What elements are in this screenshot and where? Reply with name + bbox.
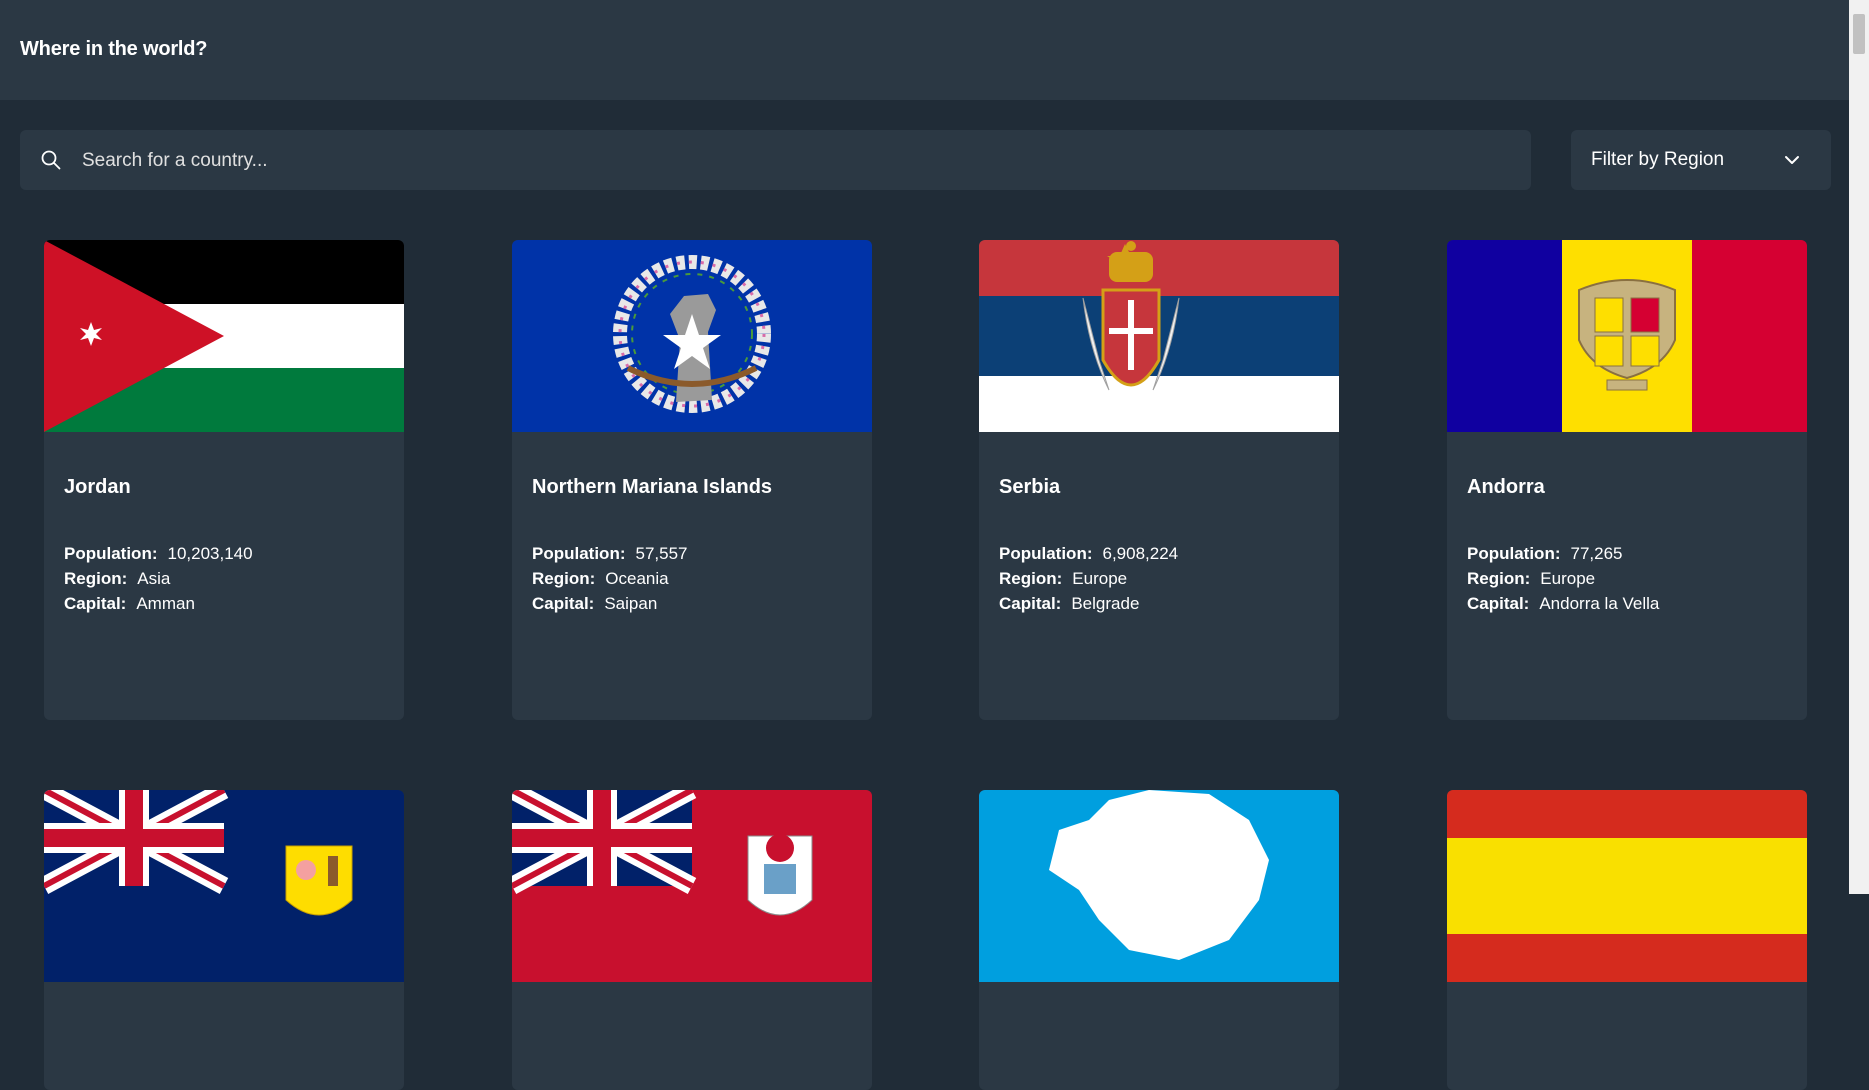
population-row: Population: 77,265 bbox=[1467, 544, 1622, 564]
population-label: Population: bbox=[64, 544, 158, 563]
region-row: Region: Europe bbox=[1467, 569, 1595, 589]
region-row: Region: Europe bbox=[999, 569, 1127, 589]
population-row: Population: 57,557 bbox=[532, 544, 687, 564]
population-value: 6,908,224 bbox=[1102, 544, 1179, 563]
country-card-antarctica[interactable] bbox=[979, 790, 1339, 1090]
andorra-flag-image bbox=[1447, 240, 1807, 432]
population-label: Population: bbox=[999, 544, 1093, 563]
population-row: Population: 10,203,140 bbox=[64, 544, 253, 564]
region-label: Region: bbox=[999, 569, 1063, 588]
filter-by-region-dropdown[interactable]: Filter by Region bbox=[1571, 130, 1831, 190]
search-bar[interactable] bbox=[20, 130, 1531, 192]
region-label: Region: bbox=[64, 569, 128, 588]
country-card-serbia[interactable]: Serbia Population: 6,908,224 Region: Europ… bbox=[979, 240, 1339, 720]
capital-value: Andorra la Vella bbox=[1539, 594, 1660, 613]
capital-row: Capital: Belgrade bbox=[999, 594, 1139, 614]
antarctica-flag-image bbox=[979, 790, 1339, 982]
region-label: Region: bbox=[1467, 569, 1531, 588]
app-title: Where in the world? bbox=[20, 38, 208, 60]
country-card-andorra[interactable]: Andorra Population: 77,265 Region: Europe … bbox=[1447, 240, 1807, 720]
capital-label: Capital: bbox=[64, 594, 127, 613]
country-card-turks-and-caicos[interactable] bbox=[44, 790, 404, 1090]
search-input[interactable] bbox=[80, 130, 1504, 192]
country-name: Northern Mariana Islands bbox=[532, 476, 773, 498]
capital-label: Capital: bbox=[532, 594, 595, 613]
scrollbar-thumb[interactable] bbox=[1853, 14, 1865, 54]
country-name: Andorra bbox=[1467, 476, 1545, 498]
region-row: Region: Oceania bbox=[532, 569, 669, 589]
region-label: Region: bbox=[532, 569, 596, 588]
population-value: 57,557 bbox=[635, 544, 688, 563]
region-row: Region: Asia bbox=[64, 569, 170, 589]
country-card-spain[interactable] bbox=[1447, 790, 1807, 1090]
jordan-flag-image bbox=[44, 240, 404, 432]
northern-mariana-islands-flag-image bbox=[512, 240, 872, 432]
capital-row: Capital: Amman bbox=[64, 594, 195, 614]
site-header: Where in the world? bbox=[0, 0, 1849, 100]
region-value: Europe bbox=[1072, 569, 1128, 588]
country-name: Serbia bbox=[999, 476, 1061, 498]
search-icon bbox=[41, 150, 61, 170]
country-name: Jordan bbox=[64, 476, 131, 498]
filter-label: Filter by Region bbox=[1591, 149, 1725, 170]
chevron-down-icon bbox=[1785, 156, 1799, 164]
region-value: Oceania bbox=[605, 569, 669, 588]
page-scrollbar[interactable] bbox=[1849, 0, 1869, 894]
population-value: 77,265 bbox=[1570, 544, 1623, 563]
country-card-jordan[interactable]: Jordan Population: 10,203,140 Region: Asia… bbox=[44, 240, 404, 720]
bermuda-flag-image bbox=[512, 790, 872, 982]
turks-and-caicos-flag-image bbox=[44, 790, 404, 982]
capital-value: Saipan bbox=[604, 594, 658, 613]
country-card-bermuda[interactable] bbox=[512, 790, 872, 1090]
country-card-northern-mariana-islands[interactable]: Northern Mariana Islands Population: 57,5… bbox=[512, 240, 872, 720]
capital-label: Capital: bbox=[999, 594, 1062, 613]
population-label: Population: bbox=[532, 544, 626, 563]
capital-row: Capital: Andorra la Vella bbox=[1467, 594, 1659, 614]
capital-value: Amman bbox=[136, 594, 195, 613]
population-row: Population: 6,908,224 bbox=[999, 544, 1178, 564]
population-value: 10,203,140 bbox=[167, 544, 253, 563]
region-value: Asia bbox=[137, 569, 171, 588]
region-value: Europe bbox=[1540, 569, 1596, 588]
capital-value: Belgrade bbox=[1071, 594, 1140, 613]
serbia-flag-image bbox=[979, 240, 1339, 432]
capital-label: Capital: bbox=[1467, 594, 1530, 613]
population-label: Population: bbox=[1467, 544, 1561, 563]
capital-row: Capital: Saipan bbox=[532, 594, 657, 614]
spain-flag-image bbox=[1447, 790, 1807, 982]
